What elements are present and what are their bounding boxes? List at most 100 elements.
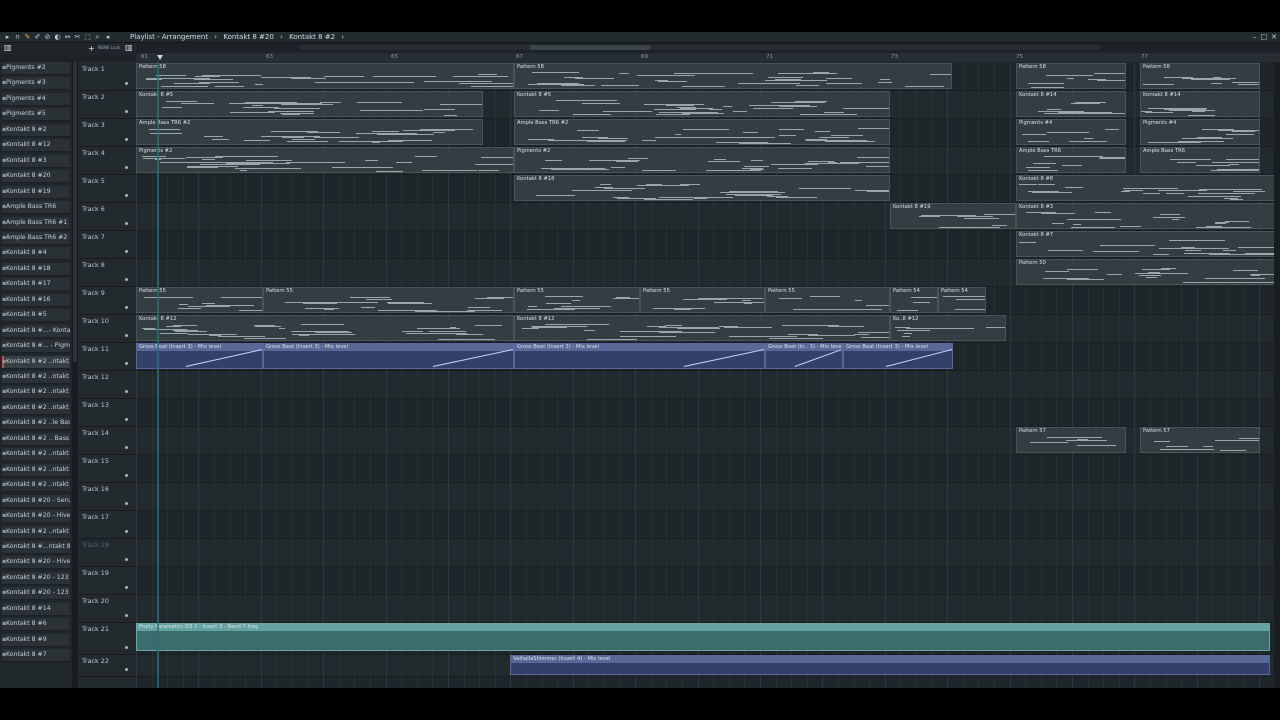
track-enable-led[interactable] [125, 530, 128, 533]
pattern-clip[interactable]: Kontakt 8 #19 [890, 203, 1016, 229]
automation-clip[interactable]: Fruity Parametric EQ 2 - Insert 3 - Band… [136, 623, 1270, 651]
menu-arrow-icon[interactable]: ▸ [4, 33, 11, 41]
channel-item[interactable]: ▪Kontakt 8 #19 [2, 185, 70, 199]
playback-tool-icon[interactable]: ◂ [104, 33, 111, 41]
track-header[interactable]: Track 7 [78, 230, 136, 259]
pattern-clip[interactable]: Pattern 57 [1140, 427, 1260, 453]
track-name[interactable]: Track 21 [82, 625, 109, 633]
track-enable-led[interactable] [125, 278, 128, 281]
channel-item[interactable]: ▪Kontakt 8 #20 - Hive #2 [2, 556, 70, 570]
track-header[interactable]: Track 4 [78, 146, 136, 175]
track-enable-led[interactable] [125, 668, 128, 671]
track-name[interactable]: Track 8 [82, 261, 105, 269]
pattern-clip[interactable]: Ample Bass TR6 [1016, 147, 1126, 173]
maximize-button[interactable]: □ [1261, 33, 1268, 41]
track-enable-led[interactable] [125, 646, 128, 649]
channel-item[interactable]: ▪Kontakt 8 #2 ..ntakt 8 #11 [2, 386, 70, 400]
track-header[interactable]: Track 12 [78, 370, 136, 399]
track-name[interactable]: Track 6 [82, 205, 105, 213]
tool-toggle-icon[interactable]: ▥ [125, 43, 133, 52]
channel-item[interactable]: ▪Kontakt 8 #2 ..ntakt 8 #5 [2, 463, 70, 477]
track-enable-led[interactable] [125, 250, 128, 253]
channel-item[interactable]: ▪Pigments #5 [2, 108, 70, 122]
track-header[interactable]: Track 11 [78, 342, 136, 371]
track-header[interactable]: Track 5 [78, 174, 136, 203]
track-enable-led[interactable] [125, 614, 128, 617]
channel-item[interactable]: ▪Kontakt 8 #20 - 123 [2, 571, 70, 585]
track-name[interactable]: Track 22 [82, 657, 109, 665]
track-enable-led[interactable] [125, 586, 128, 589]
track-enable-led[interactable] [125, 138, 128, 141]
select-tool-icon[interactable]: ⬚ [84, 33, 91, 41]
track-name[interactable]: Track 11 [82, 345, 109, 353]
channel-item[interactable]: ▪Pigments #3 [2, 77, 70, 91]
track-enable-led[interactable] [125, 110, 128, 113]
pattern-clip[interactable]: Pattern 58 [514, 63, 952, 89]
channel-item[interactable]: ▪Kontakt 8 #6 [2, 618, 70, 632]
pattern-clip[interactable]: Pattern 54 [890, 287, 938, 313]
channel-item[interactable]: ▪Kontakt 8 #2 ..ntakt 8 #8 [2, 525, 70, 539]
channel-item[interactable]: ▪Kontakt 8 #12 [2, 139, 70, 153]
vertical-scrollbar[interactable] [1274, 62, 1280, 688]
channel-item[interactable]: ▪Kontakt 8 #4 [2, 247, 70, 261]
channel-item[interactable]: ▪Kontakt 8 #5 [2, 309, 70, 323]
track-name[interactable]: Track 15 [82, 457, 109, 465]
pattern-clip[interactable]: Pattern 54 [938, 287, 986, 313]
track-enable-led[interactable] [125, 362, 128, 365]
channel-item[interactable]: ▪Kontakt 8 #...ntakt 8 #10 [2, 540, 70, 554]
track-enable-led[interactable] [125, 474, 128, 477]
paint-tool-icon[interactable]: ✐ [34, 33, 41, 41]
automation-clip[interactable]: Gross Beat (Insert 3) - Mix level [843, 343, 953, 369]
track-header[interactable]: Track 20 [78, 594, 136, 623]
channel-item[interactable]: ▪Kontakt 8 #...- Kontakt 8 [2, 324, 70, 338]
channel-item[interactable]: ▪Kontakt 8 #20 - Serum 2 [2, 494, 70, 508]
pattern-clip[interactable]: Pattern 58 [136, 63, 514, 89]
pattern-clip[interactable]: Ample Bass TR6 #2 [514, 119, 890, 145]
slice-tool-icon[interactable]: ✂ [74, 33, 81, 41]
pattern-clip[interactable]: Pattern 55 [263, 287, 514, 313]
breadcrumb-part[interactable]: Playlist - Arrangement [130, 33, 208, 41]
track-enable-led[interactable] [125, 390, 128, 393]
track-name[interactable]: Track 5 [82, 177, 105, 185]
pattern-clip[interactable]: Kontakt 8 #12 [514, 315, 890, 341]
track-enable-led[interactable] [125, 334, 128, 337]
scrollbar-thumb[interactable] [530, 45, 650, 50]
automation-clip[interactable]: ValhallaShimmer (Insert 4) - Mix level [510, 655, 1270, 675]
track-header[interactable]: Track 9 [78, 286, 136, 315]
track-enable-led[interactable] [125, 446, 128, 449]
track-enable-led[interactable] [125, 502, 128, 505]
track-name[interactable]: Track 14 [82, 429, 109, 437]
track-name[interactable]: Track 12 [82, 373, 109, 381]
pattern-clip[interactable]: Pattern 58 [1140, 63, 1260, 89]
pattern-clip[interactable]: Kontakt 8 #8 [1016, 175, 1280, 201]
playhead-marker[interactable] [157, 55, 163, 60]
pattern-clip[interactable]: Kontakt 8 #12 [136, 315, 514, 341]
channel-item[interactable]: ▪Kontakt 8 #2 ..ntakt 8 #4 [2, 448, 70, 462]
channel-item[interactable]: ▪Kontakt 8 #9 [2, 633, 70, 647]
channel-item[interactable]: ▪Kontakt 8 #2 ..le Bass TR6 [2, 417, 70, 431]
channel-item[interactable]: ▪Kontakt 8 #... - Pigments [2, 340, 70, 354]
track-header[interactable]: Track 1 [78, 62, 136, 91]
channel-item[interactable]: ▪Kontakt 8 #16 [2, 293, 70, 307]
lock-toggle[interactable]: Lock [111, 45, 120, 50]
track-header[interactable]: Track 22 [78, 654, 136, 677]
channel-item[interactable]: ▪Kontakt 8 #20 - 123 #2 [2, 587, 70, 601]
channel-item[interactable]: ▪Kontakt 8 #20 [2, 170, 70, 184]
close-button[interactable]: ✕ [1271, 33, 1277, 41]
channel-item[interactable]: ▪Kontakt 8 #3 [2, 154, 70, 168]
track-name[interactable]: Track 20 [82, 597, 109, 605]
channel-item[interactable]: ▪Ample Bass TR6 [2, 201, 70, 215]
track-name[interactable]: Track 19 [82, 569, 109, 577]
channel-item[interactable]: ▪Kontakt 8 #2 ..ntakt 8 #3 [2, 355, 70, 369]
track-name[interactable]: Track 17 [82, 513, 109, 521]
channel-item[interactable]: ▪Kontakt 8 #17 [2, 278, 70, 292]
channel-item[interactable]: ▪Kontakt 8 #20 - Hive [2, 510, 70, 524]
track-name[interactable]: Track 9 [82, 289, 105, 297]
track-enable-led[interactable] [125, 82, 128, 85]
pattern-clip[interactable]: Ample Bass TR6 #2 [136, 119, 483, 145]
pattern-clip[interactable]: Pigments #4 [1016, 119, 1126, 145]
pattern-clip[interactable]: Kontakt 8 #5 [136, 91, 483, 117]
pattern-clip[interactable]: Pattern 50 [1016, 259, 1280, 285]
delete-tool-icon[interactable]: ⊘ [44, 33, 51, 41]
pattern-clip[interactable]: Pattern 55 [136, 287, 263, 313]
